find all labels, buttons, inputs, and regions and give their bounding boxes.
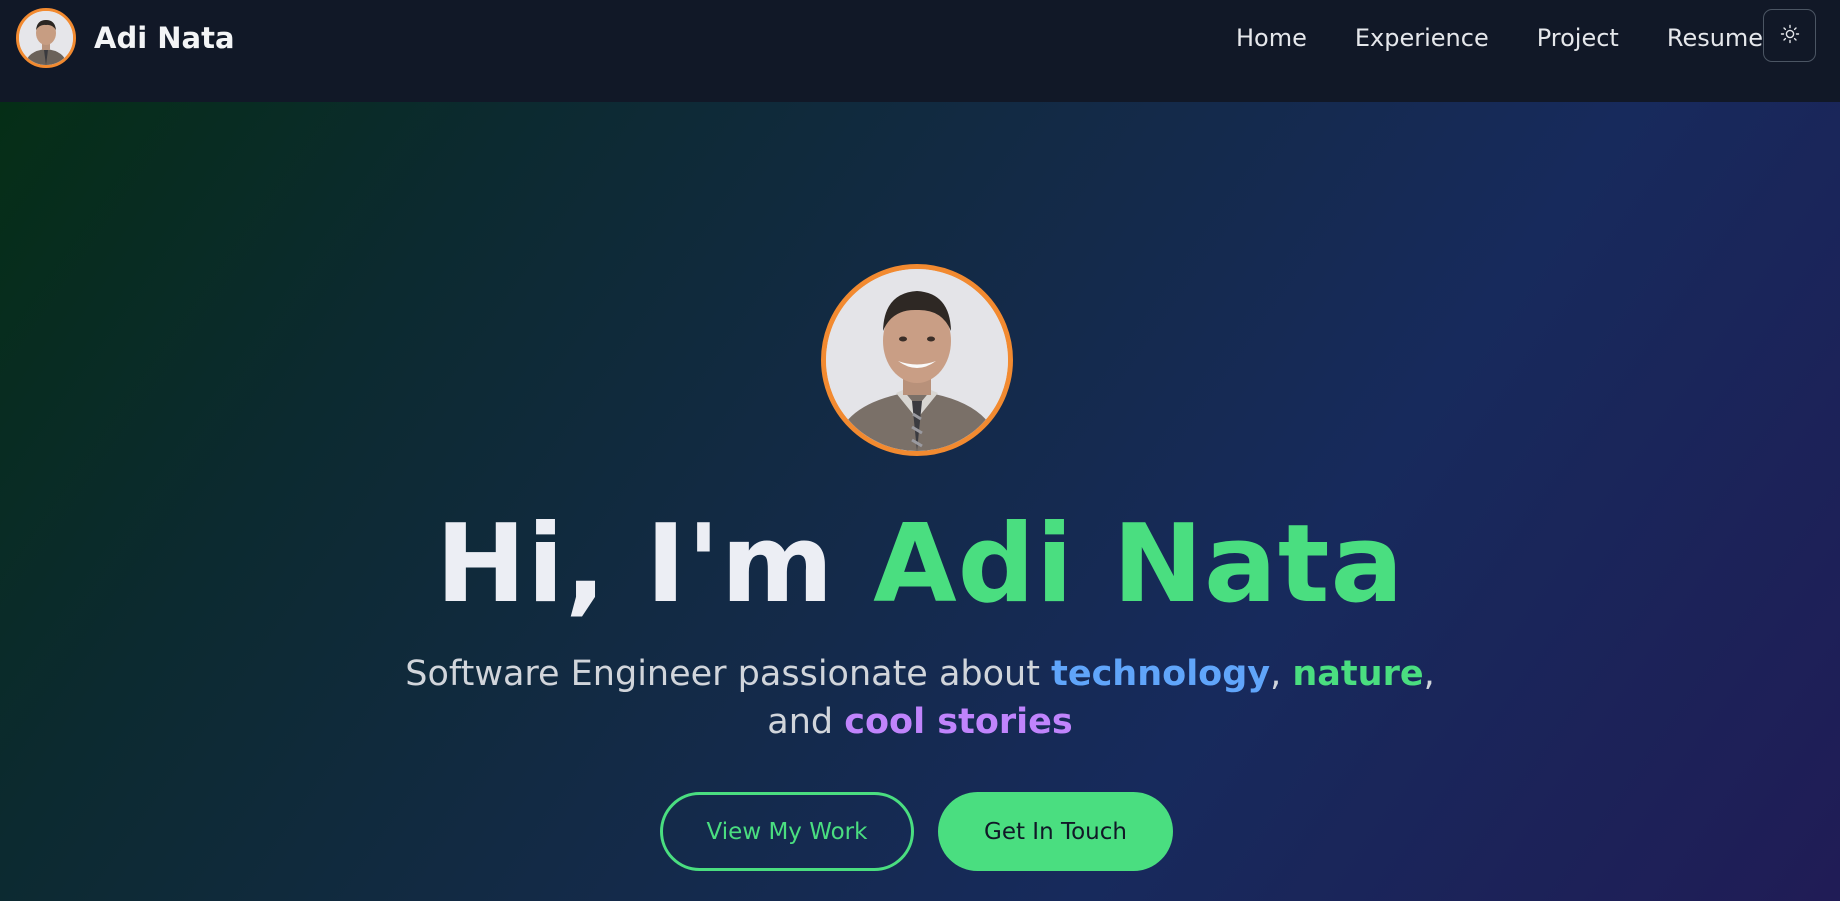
sun-icon [1780, 24, 1800, 47]
subtitle-separator-1: , [1270, 654, 1282, 694]
keyword-nature: nature [1292, 654, 1424, 694]
brand-link[interactable]: Adi Nata [16, 8, 235, 68]
get-in-touch-button[interactable]: Get In Touch [938, 792, 1173, 871]
hero-headline: Hi, I'm Adi Nata [0, 505, 1840, 625]
nav-link-project[interactable]: Project [1537, 22, 1619, 54]
brand-avatar [16, 8, 76, 68]
nav-links: Home Experience Project Resume [1236, 22, 1811, 54]
subtitle-prefix: Software Engineer passionate about [405, 654, 1040, 694]
nav-link-resume[interactable]: Resume [1667, 22, 1763, 54]
hero-subtitle: Software Engineer passionate about techn… [380, 650, 1460, 746]
headline-name: Adi Nata [873, 502, 1405, 627]
nav-link-experience[interactable]: Experience [1355, 22, 1489, 54]
keyword-technology: technology [1051, 654, 1271, 694]
keyword-cool-stories: cool stories [844, 702, 1073, 742]
hero-section: Hi, I'm Adi Nata Software Engineer passi… [0, 102, 1840, 901]
view-my-work-button[interactable]: View My Work [660, 792, 914, 871]
brand-name: Adi Nata [94, 21, 235, 55]
theme-toggle-button[interactable] [1763, 9, 1816, 62]
nav-link-home[interactable]: Home [1236, 22, 1307, 54]
headline-greeting: Hi, I'm [435, 502, 835, 627]
top-navbar: Adi Nata Home Experience Project Resume [0, 0, 1840, 102]
hero-avatar [821, 264, 1013, 456]
